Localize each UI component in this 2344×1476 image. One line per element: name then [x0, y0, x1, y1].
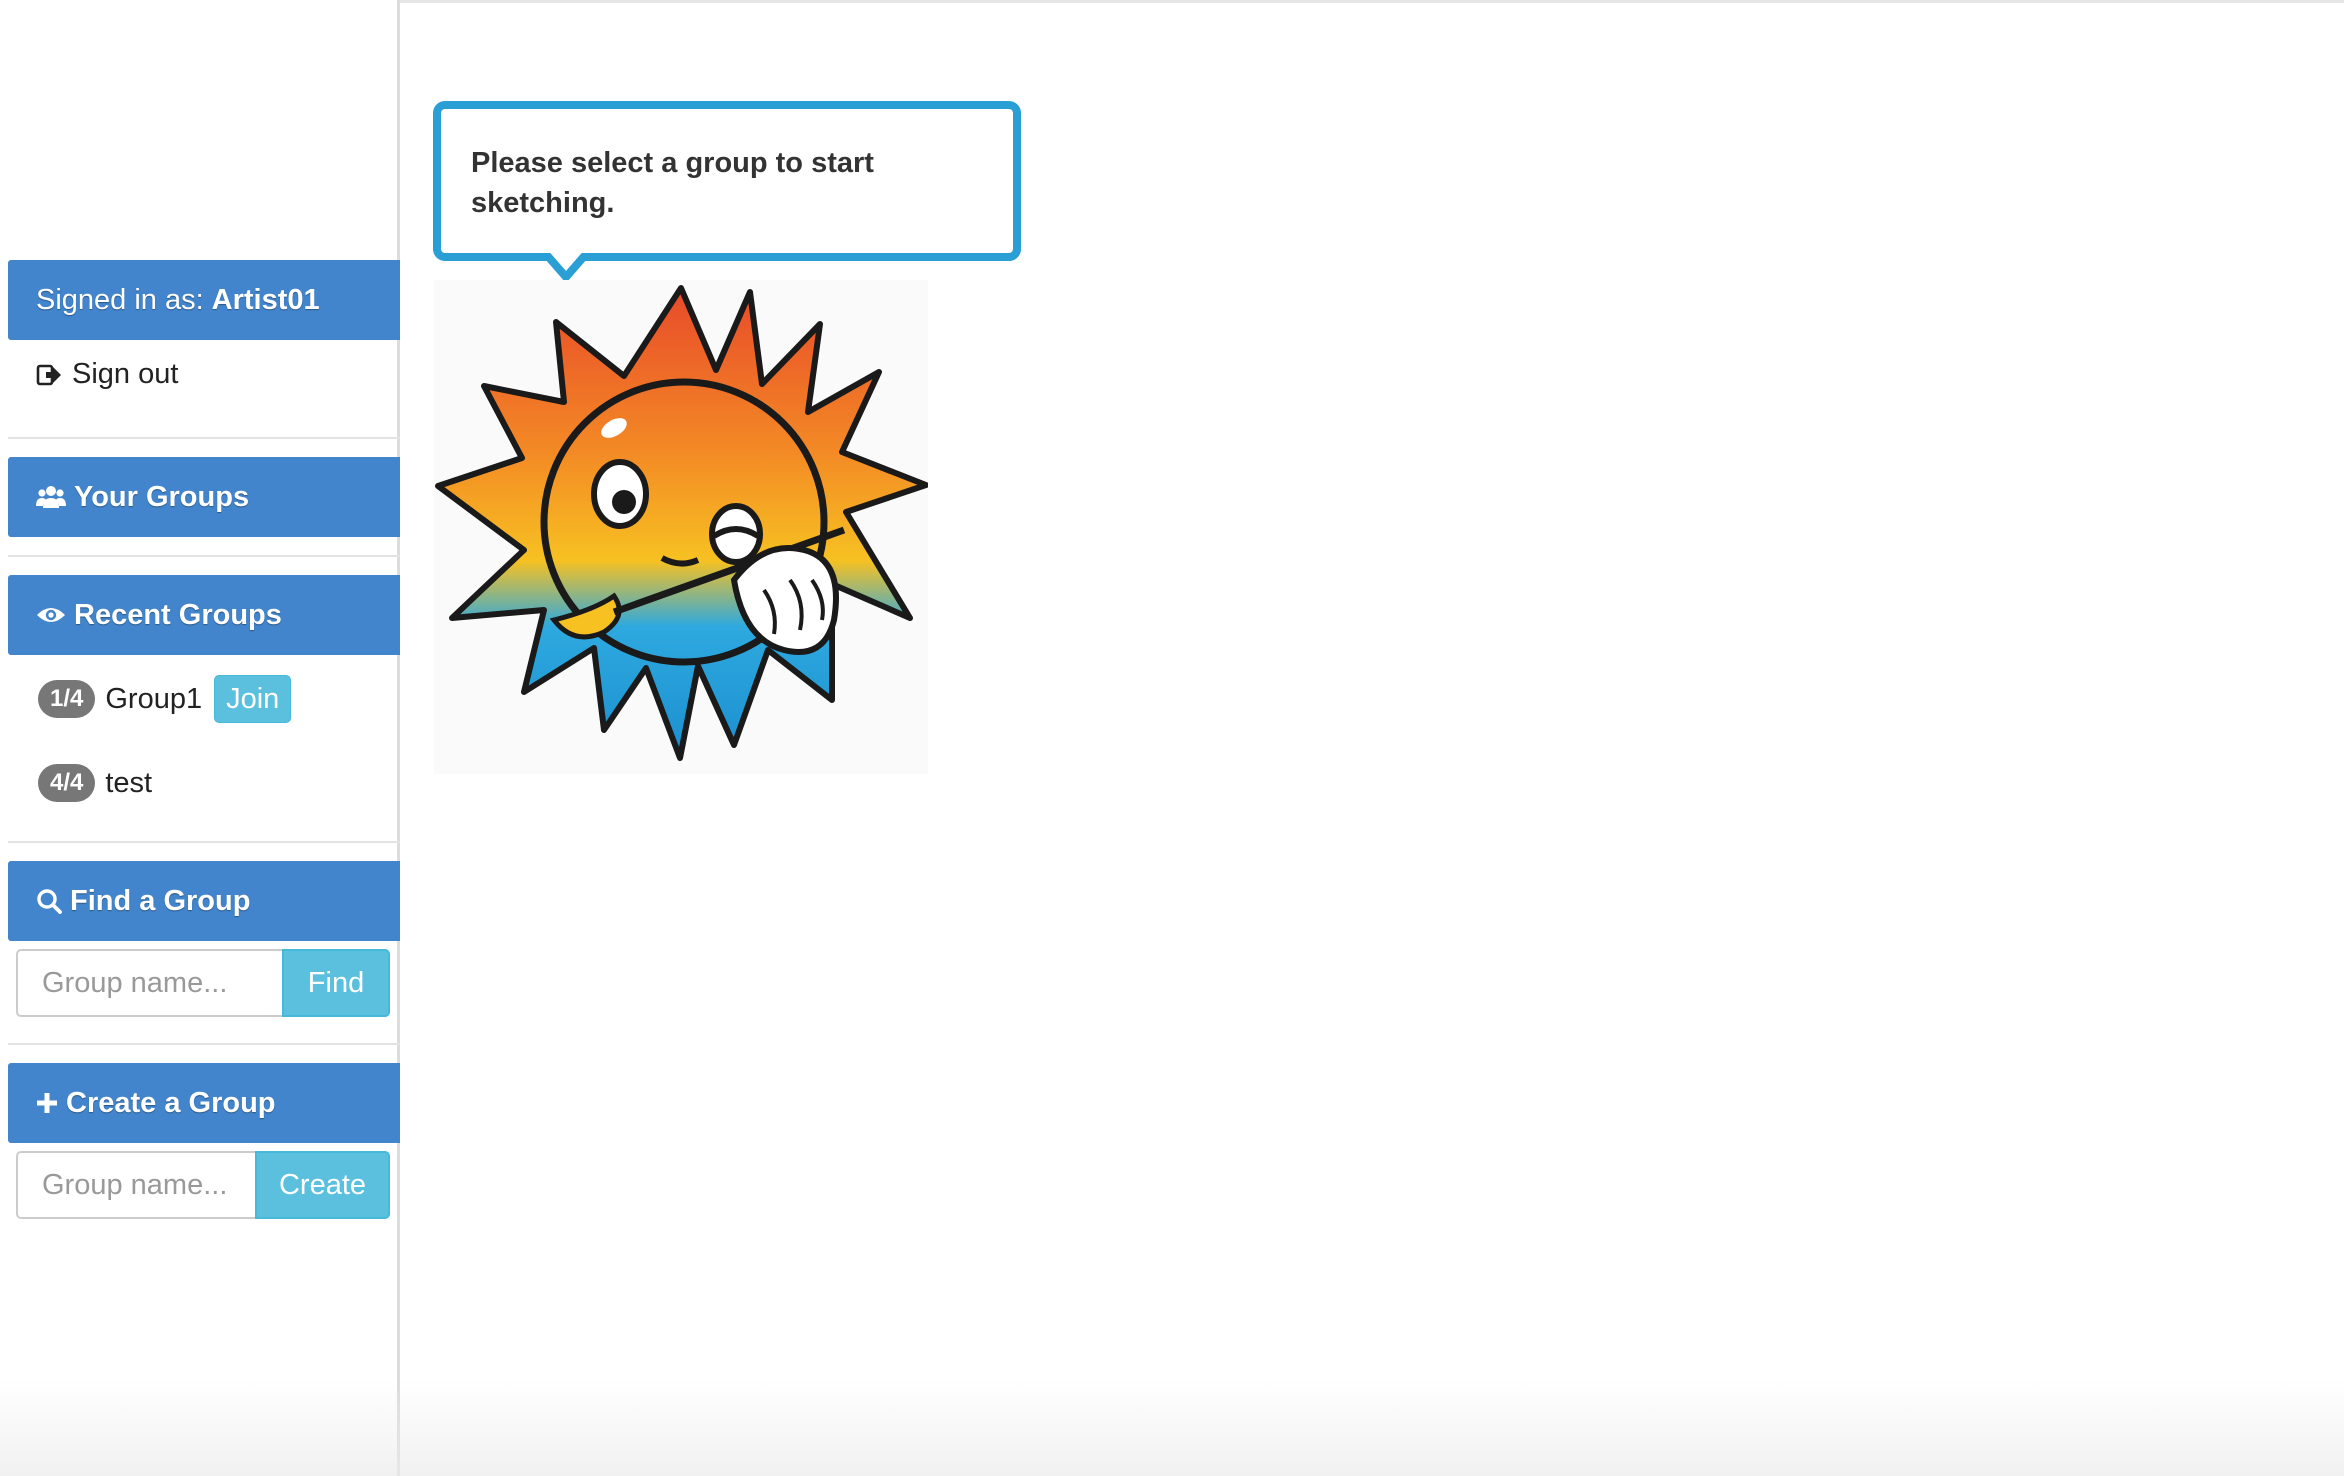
sign-out-link[interactable]: Sign out [36, 358, 178, 391]
divider [8, 841, 400, 843]
find-group-input[interactable] [16, 949, 282, 1017]
divider [8, 555, 400, 557]
eye-icon [36, 604, 66, 626]
create-group-header: Create a Group [8, 1063, 400, 1143]
list-item: 1/4 Group1 Join [38, 675, 292, 723]
create-group-label: Create a Group [66, 1086, 276, 1119]
sign-out-icon [36, 363, 62, 387]
speech-bubble: Please select a group to start sketching… [433, 101, 1021, 261]
sign-out-label: Sign out [72, 358, 179, 390]
find-button[interactable]: Find [282, 949, 390, 1017]
member-count-badge: 4/4 [38, 764, 96, 802]
sun-mascot-illustration [434, 280, 928, 774]
signed-in-header: Signed in as: Artist01 [8, 260, 400, 340]
find-group-header: Find a Group [8, 861, 400, 941]
users-icon [36, 484, 66, 510]
your-groups-header[interactable]: Your Groups [8, 457, 400, 537]
group-name: Group1 [105, 682, 203, 715]
your-groups-label: Your Groups [74, 480, 250, 513]
group-name: test [105, 766, 153, 799]
create-group-input[interactable] [16, 1151, 255, 1219]
find-group-label: Find a Group [70, 884, 251, 917]
member-count-badge: 1/4 [38, 680, 96, 718]
divider [8, 437, 400, 439]
signed-in-prefix: Signed in as: [36, 283, 204, 316]
join-button[interactable]: Join [214, 675, 292, 723]
create-group-form: Create [16, 1151, 390, 1219]
recent-groups-label: Recent Groups [74, 598, 282, 631]
divider [8, 1043, 400, 1045]
list-item: 4/4 test [38, 764, 152, 802]
find-group-form: Find [16, 949, 390, 1017]
select-group-message: Please select a group to start sketching… [471, 147, 874, 219]
sidebar: Signed in as: Artist01 Sign out Your Gro… [0, 0, 400, 1476]
create-button[interactable]: Create [255, 1151, 390, 1219]
search-icon [36, 888, 62, 914]
username: Artist01 [211, 283, 320, 316]
plus-icon [36, 1092, 58, 1114]
recent-groups-header[interactable]: Recent Groups [8, 575, 400, 655]
